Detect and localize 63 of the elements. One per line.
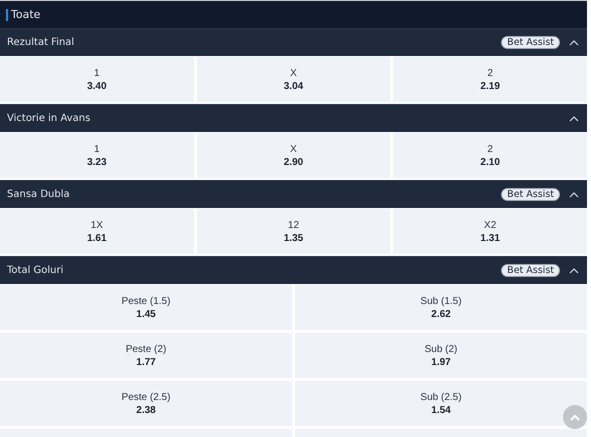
odds-button[interactable]: X2 1.31 bbox=[393, 209, 587, 254]
market-title: Rezultat Final bbox=[7, 37, 76, 48]
odds-button[interactable]: 1 3.23 bbox=[0, 133, 194, 178]
bet-assist-button[interactable]: Bet Assist bbox=[501, 36, 560, 49]
odds-value: 3.23 bbox=[87, 156, 107, 168]
outcome-label: X bbox=[290, 68, 297, 78]
odds-button[interactable]: X 3.04 bbox=[196, 57, 390, 102]
market-title: Sansa Dubla bbox=[7, 189, 71, 200]
odds-button[interactable]: Peste (1.5) 1.45 bbox=[0, 285, 292, 330]
odds-value: 3.40 bbox=[87, 80, 107, 92]
outcome-label: Sub (2.5) bbox=[420, 392, 462, 402]
outcome-label: 1X bbox=[90, 220, 103, 230]
odds-button[interactable]: 2 2.10 bbox=[393, 133, 587, 178]
outcome-label: Peste (2) bbox=[126, 344, 166, 354]
outcome-label: 2 bbox=[487, 144, 493, 154]
odds-button[interactable]: Peste (2.5) 2.38 bbox=[0, 381, 292, 426]
bet-assist-button[interactable]: Bet Assist bbox=[501, 188, 560, 201]
outcome-label: Peste (1.5) bbox=[122, 296, 170, 306]
outcome-label: Peste (2.5) bbox=[122, 392, 170, 402]
odds-value: 3.04 bbox=[284, 80, 304, 92]
odds-button[interactable]: Peste (2) 1.77 bbox=[0, 333, 292, 378]
chevron-up-icon[interactable] bbox=[569, 116, 579, 122]
chevron-up-icon[interactable] bbox=[569, 268, 579, 274]
outcome-label: X2 bbox=[484, 220, 496, 230]
odds-button[interactable]: 2 2.19 bbox=[393, 57, 587, 102]
outcome-label: 1 bbox=[94, 68, 100, 78]
odds-value: 2.62 bbox=[431, 308, 451, 320]
odds-value: 2.10 bbox=[480, 156, 500, 168]
odds-button[interactable]: Sub (2) 1.97 bbox=[295, 333, 587, 378]
market-title: Victorie in Avans bbox=[7, 113, 92, 124]
outcome-label: 1 bbox=[94, 144, 100, 154]
outcome-label: Sub (1.5) bbox=[420, 296, 462, 306]
bet-assist-button[interactable]: Bet Assist bbox=[501, 264, 560, 277]
market-header[interactable]: Rezultat Final Bet Assist bbox=[0, 28, 587, 56]
odds-value: 1.45 bbox=[136, 308, 156, 320]
odds-button[interactable]: 1 3.40 bbox=[0, 57, 194, 102]
odds-button[interactable]: 1X 1.61 bbox=[0, 209, 194, 254]
odds-value: 1.61 bbox=[87, 232, 107, 244]
outcome-label: X bbox=[290, 144, 297, 154]
chevron-up-icon bbox=[570, 414, 580, 420]
outcome-label: 2 bbox=[487, 68, 493, 78]
odds-value: 2.38 bbox=[136, 404, 156, 416]
odds-button[interactable]: X 2.90 bbox=[196, 133, 390, 178]
odds-value: 1.77 bbox=[136, 356, 156, 368]
odds-value: 1.35 bbox=[284, 232, 304, 244]
chevron-up-icon[interactable] bbox=[569, 40, 579, 46]
odds-value: 1.54 bbox=[431, 404, 451, 416]
chevron-up-icon[interactable] bbox=[569, 192, 579, 198]
market-title: Total Goluri bbox=[7, 265, 64, 276]
filter-tab[interactable]: Toate bbox=[11, 8, 40, 21]
odds-button[interactable]: Sub (2.5) 1.54 bbox=[295, 381, 587, 426]
accent-marker bbox=[6, 8, 8, 20]
outcome-label: Sub (2) bbox=[424, 344, 458, 354]
outcome-label: 12 bbox=[288, 220, 300, 230]
market-header[interactable]: Victorie in Avans bbox=[0, 104, 587, 132]
odds-value: 2.90 bbox=[284, 156, 304, 168]
odds-value: 2.19 bbox=[480, 80, 500, 92]
odds-button[interactable]: Sub (1.5) 2.62 bbox=[295, 285, 587, 330]
market-header[interactable]: Sansa Dubla Bet Assist bbox=[0, 180, 587, 208]
odds-value: 1.31 bbox=[480, 232, 500, 244]
market-header[interactable]: Total Goluri Bet Assist bbox=[0, 256, 587, 284]
odds-value: 1.97 bbox=[431, 356, 451, 368]
odds-button[interactable]: 12 1.35 bbox=[196, 209, 390, 254]
